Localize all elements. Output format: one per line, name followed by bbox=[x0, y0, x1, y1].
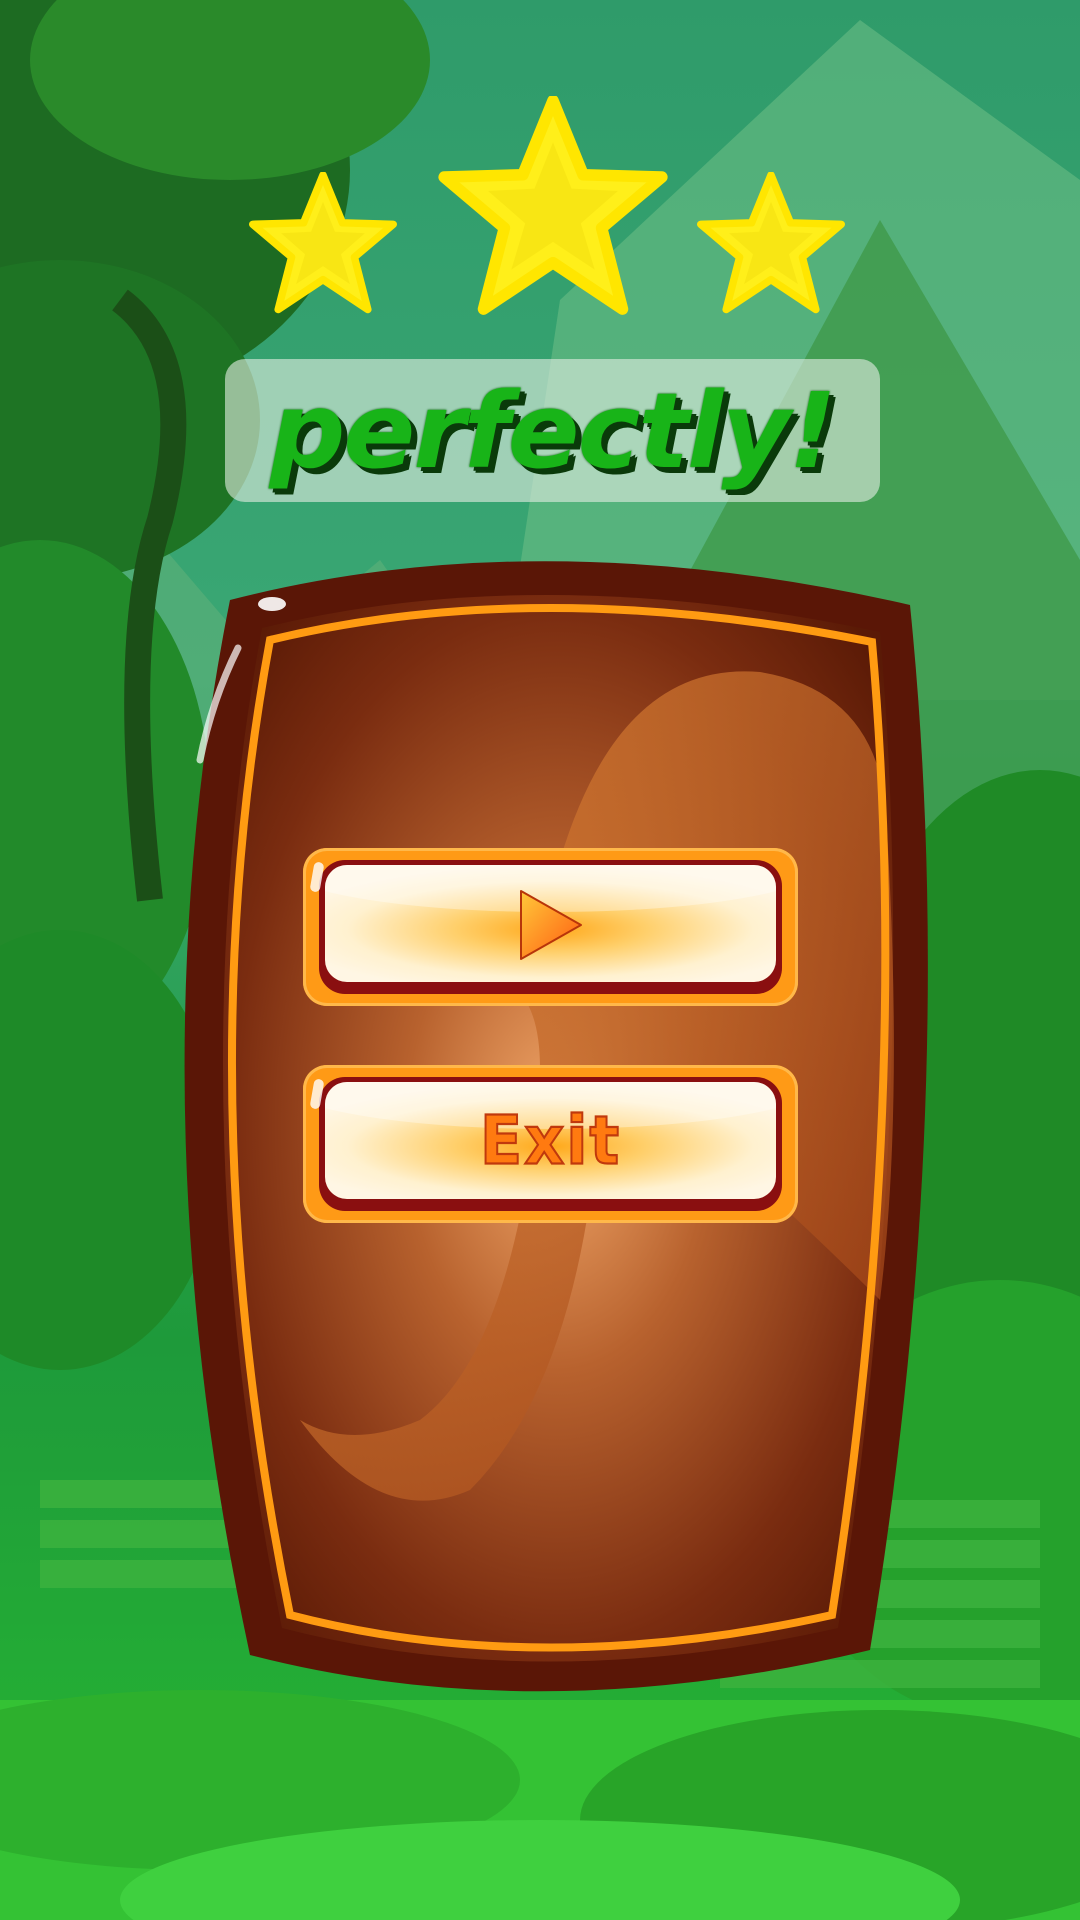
exit-button-frame: Exit bbox=[319, 1077, 782, 1211]
play-icon bbox=[519, 889, 582, 960]
play-button-frame bbox=[319, 860, 782, 994]
exit-button[interactable]: Exit bbox=[303, 1065, 798, 1223]
play-button-face bbox=[325, 865, 776, 982]
star-center-icon bbox=[438, 96, 668, 315]
result-title: perfectly! bbox=[269, 369, 837, 492]
title-banner: perfectly! bbox=[225, 359, 880, 502]
star-left-icon bbox=[249, 172, 397, 314]
play-button[interactable] bbox=[303, 848, 798, 1006]
exit-button-face: Exit bbox=[325, 1082, 776, 1199]
exit-button-label: Exit bbox=[479, 1100, 622, 1181]
star-right-icon bbox=[697, 172, 845, 314]
